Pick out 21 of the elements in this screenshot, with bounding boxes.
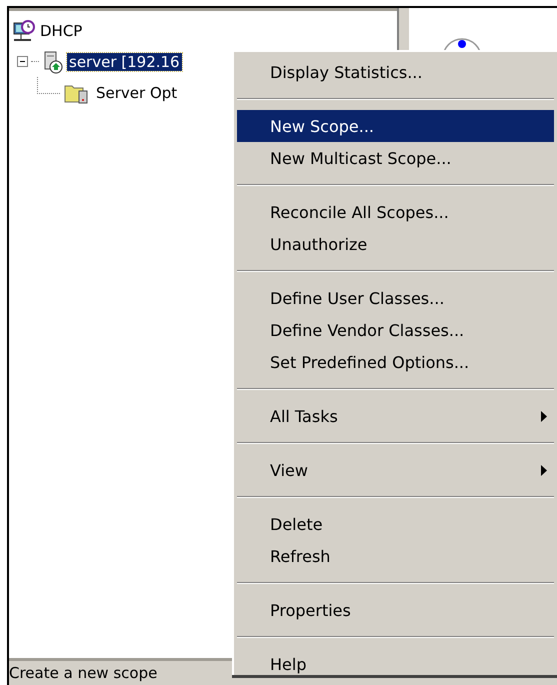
menu-item[interactable]: Define Vendor Classes...: [237, 314, 554, 346]
server-icon: [42, 50, 64, 74]
status-text: Create a new scope: [9, 664, 158, 682]
menu-item[interactable]: All Tasks: [237, 400, 554, 432]
collapse-icon[interactable]: [17, 56, 28, 67]
menu-item[interactable]: Delete: [237, 508, 554, 540]
menu-item[interactable]: View: [237, 454, 554, 486]
menu-item[interactable]: Display Statistics...: [237, 56, 554, 88]
menu-item[interactable]: Set Predefined Options...: [237, 346, 554, 378]
menu-item[interactable]: Help: [237, 648, 554, 680]
monitor-clock-icon: [13, 20, 35, 42]
tree-item[interactable]: server [192.16: [67, 52, 182, 70]
menu-item[interactable]: New Scope...: [237, 110, 554, 142]
tree-item[interactable]: DHCP: [38, 22, 84, 40]
menu-item[interactable]: Refresh: [237, 540, 554, 572]
menu-item[interactable]: Unauthorize: [237, 228, 554, 260]
menu-item[interactable]: Reconcile All Scopes...: [237, 196, 554, 228]
menu-item[interactable]: Define User Classes...: [237, 282, 554, 314]
menu-item[interactable]: Properties: [237, 594, 554, 626]
menu-item[interactable]: New Multicast Scope...: [237, 142, 554, 174]
tree-item[interactable]: Server Opt: [94, 84, 180, 102]
